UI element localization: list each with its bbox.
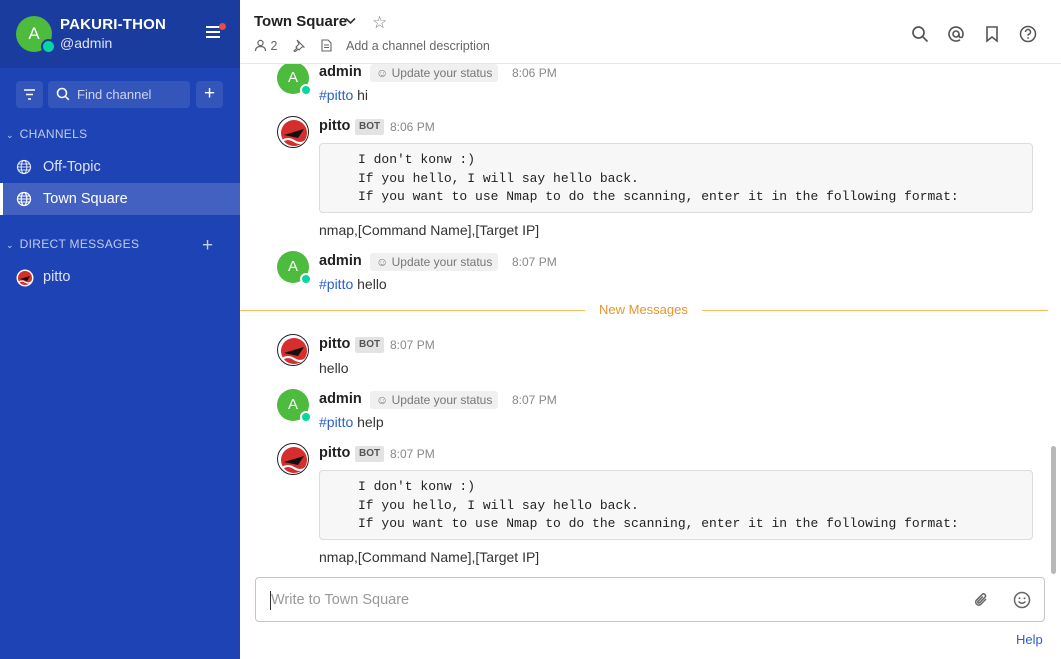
message-text: nmap,[Command Name],[Target IP] [319,549,540,565]
search-icon[interactable] [911,25,929,43]
find-channel-placeholder: Find channel [77,87,152,102]
message-text: hello [319,360,349,376]
avatar[interactable]: A [277,389,312,423]
bot-avatar-icon[interactable] [277,443,309,475]
smiley-icon: ☺ [376,66,389,80]
add-channel-description[interactable]: Add a channel description [346,39,490,53]
sidebar-item-town-square[interactable]: Town Square [0,183,240,215]
avatar[interactable]: A [277,64,312,96]
update-status-button[interactable]: ☺ Update your status [370,253,499,271]
current-username: @admin [60,35,113,51]
new-messages-label: New Messages [585,302,702,317]
sidebar-item-label: Off-Topic [43,159,101,175]
add-channel-button[interactable]: + [196,81,223,108]
channel-header: Town Square ☆ 2 Add a channel descriptio… [240,0,1061,64]
avatar-initial: A [28,24,40,43]
sidebar-item-label: Town Square [43,191,128,207]
globe-icon [16,191,32,207]
message-text: #pitto help [319,414,384,430]
sidebar-item-label: pitto [43,269,71,285]
filter-icon[interactable] [16,81,43,108]
main-menu-icon[interactable] [206,23,226,42]
member-icon [254,39,267,52]
help-link[interactable]: Help [1016,632,1043,647]
sidebar-item-off-topic[interactable]: Off-Topic [0,151,240,183]
bot-badge: BOT [355,446,385,462]
username[interactable]: admin [319,64,362,80]
attachment-icon[interactable] [973,591,991,609]
member-count[interactable]: 2 [254,39,277,53]
channel-mention-link[interactable]: #pitto [319,276,353,292]
avatar[interactable]: A [16,16,56,54]
bot-badge: BOT [355,337,385,353]
sidebar: A PAKURI-THON @admin Find channel + ⌄ CH… [0,0,240,659]
channel-mention-link[interactable]: #pitto [319,414,353,430]
bot-avatar-icon [16,269,34,287]
bot-badge: BOT [355,119,385,135]
timestamp[interactable]: 8:07 PM [512,393,557,407]
username[interactable]: pitto [319,118,350,134]
username[interactable]: admin [319,391,362,407]
chevron-down-icon: ⌄ [6,130,14,140]
online-status-icon [300,411,312,423]
find-channel-input[interactable]: Find channel [48,81,190,108]
bookmark-icon[interactable] [983,25,1001,43]
help-icon[interactable] [1019,25,1037,43]
timestamp[interactable]: 8:07 PM [390,338,435,352]
channels-section-header[interactable]: ⌄ CHANNELS [6,127,87,141]
code-block: I don't konw :) If you hello, I will say… [319,470,1033,540]
online-status-icon [300,84,312,96]
chevron-down-icon[interactable] [345,17,356,25]
timestamp[interactable]: 8:07 PM [512,255,557,269]
team-name[interactable]: PAKURI-THON [60,16,166,33]
channel-mention-link[interactable]: #pitto [319,87,353,103]
direct-messages-section-header[interactable]: ⌄ DIRECT MESSAGES [6,237,139,251]
code-block: I don't konw :) If you hello, I will say… [319,143,1033,213]
emoji-icon[interactable] [1013,591,1031,609]
channel-name[interactable]: Town Square [254,13,347,30]
sidebar-item-pitto[interactable]: pitto [0,261,240,293]
online-status-icon [300,273,312,285]
chevron-down-icon: ⌄ [6,240,14,250]
avatar[interactable]: A [277,251,312,285]
username[interactable]: pitto [319,336,350,352]
timestamp[interactable]: 8:06 PM [512,66,557,80]
update-status-button[interactable]: ☺ Update your status [370,64,499,82]
message-list: A admin ☺ Update your status 8:06 PM #pi… [240,64,1050,573]
bot-avatar-icon[interactable] [277,116,309,148]
team-header[interactable]: A PAKURI-THON @admin [0,0,240,68]
add-direct-message-button[interactable]: + [202,235,213,257]
app-window: A PAKURI-THON @admin Find channel + ⌄ CH… [0,0,1061,659]
bot-avatar-icon[interactable] [277,334,309,366]
favorite-star-icon[interactable]: ☆ [372,13,387,33]
document-icon [321,39,332,55]
smiley-icon: ☺ [376,393,389,407]
globe-icon [16,159,32,175]
timestamp[interactable]: 8:07 PM [390,447,435,461]
message-text: nmap,[Command Name],[Target IP] [319,222,540,238]
username[interactable]: pitto [319,445,350,461]
at-mention-icon[interactable] [947,25,965,43]
scrollbar[interactable] [1051,446,1056,574]
message-text: #pitto hi [319,87,369,103]
channel-view: Town Square ☆ 2 Add a channel descriptio… [240,0,1061,659]
timestamp[interactable]: 8:06 PM [390,120,435,134]
online-status-icon [41,39,56,54]
pin-icon[interactable] [292,39,306,55]
username[interactable]: admin [319,253,362,269]
search-icon [56,87,70,101]
update-status-button[interactable]: ☺ Update your status [370,391,499,409]
smiley-icon: ☺ [376,255,389,269]
message-input-placeholder: Write to Town Square [271,592,410,608]
message-input[interactable]: Write to Town Square [255,577,1045,622]
message-text: #pitto hello [319,276,387,292]
